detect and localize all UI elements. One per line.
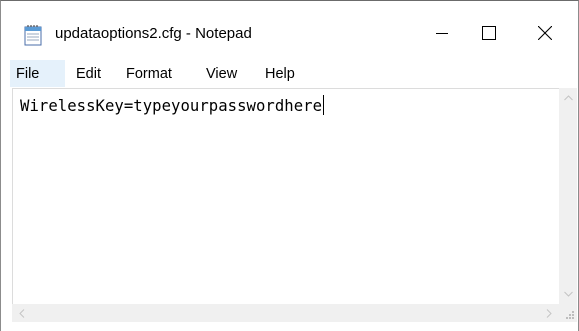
editor-text: WirelessKey=typeyourpasswordhere — [20, 97, 323, 115]
editor-content: WirelessKey=typeyourpasswordhere — [20, 95, 325, 115]
text-editor[interactable]: WirelessKey=typeyourpasswordhere — [12, 88, 559, 304]
menu-file[interactable]: File — [10, 60, 65, 87]
maximize-icon — [482, 26, 496, 40]
notepad-window: updataoptions2.cfg - Notepad File Edit F… — [0, 0, 579, 331]
horizontal-scrollbar[interactable] — [12, 304, 559, 322]
text-caret — [323, 95, 325, 115]
window-title: updataoptions2.cfg - Notepad — [55, 25, 252, 42]
menu-format[interactable]: Format — [121, 60, 177, 87]
menu-view[interactable]: View — [201, 60, 242, 87]
vertical-scrollbar[interactable] — [559, 88, 577, 304]
scroll-right-button[interactable] — [539, 304, 559, 322]
scroll-up-button[interactable] — [559, 88, 577, 108]
maximize-button[interactable] — [466, 13, 512, 53]
close-icon — [538, 26, 552, 40]
minimize-icon — [436, 33, 448, 34]
chevron-right-icon — [546, 308, 552, 318]
resize-grip[interactable] — [559, 304, 577, 322]
title-bar[interactable]: updataoptions2.cfg - Notepad — [1, 1, 578, 60]
menu-bar: File Edit Format View Help — [1, 60, 578, 87]
window-bottom-border — [1, 322, 578, 331]
chevron-left-icon — [19, 308, 25, 318]
resize-grip-icon — [566, 311, 574, 319]
notepad-icon — [23, 24, 45, 46]
minimize-button[interactable] — [419, 13, 465, 53]
chevron-down-icon — [563, 291, 573, 297]
chevron-up-icon — [563, 95, 573, 101]
menu-edit[interactable]: Edit — [71, 60, 106, 87]
scroll-down-button[interactable] — [559, 284, 577, 304]
menu-help[interactable]: Help — [260, 60, 300, 87]
scroll-left-button[interactable] — [12, 304, 32, 322]
close-button[interactable] — [522, 13, 568, 53]
